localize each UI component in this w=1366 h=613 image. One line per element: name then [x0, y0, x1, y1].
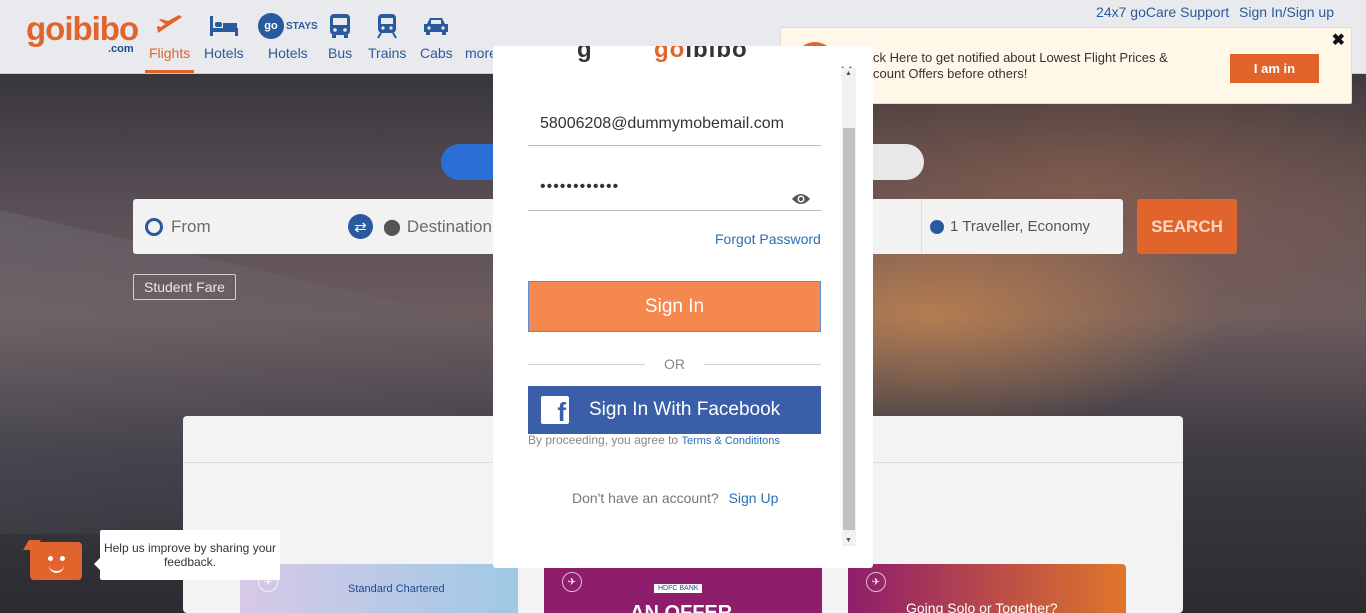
- bed-icon: [204, 12, 244, 40]
- travellers-field[interactable]: 1 Traveller, Economy: [921, 199, 1123, 254]
- modal-scrollbar[interactable]: ▲ ▼: [842, 68, 856, 546]
- nav-bus[interactable]: Bus: [328, 12, 352, 61]
- logo-text: goibibo: [26, 10, 139, 47]
- nav-flights[interactable]: Flights: [144, 12, 195, 73]
- feedback-smiley-icon[interactable]: [30, 542, 82, 580]
- terms-text: By proceeding, you agree to Terms & Cond…: [528, 433, 780, 447]
- signup-row: Don't have an account? Sign Up: [572, 490, 779, 506]
- logo-domain: .com: [108, 43, 134, 55]
- nav-cabs[interactable]: Cabs: [420, 12, 453, 61]
- scroll-down-icon[interactable]: ▼: [845, 537, 852, 544]
- nav-hotels[interactable]: Hotels: [204, 12, 244, 61]
- goibibo-logo[interactable]: goibibo .com: [26, 10, 139, 55]
- search-button[interactable]: SEARCH: [1137, 199, 1237, 254]
- student-fare-chip[interactable]: Student Fare: [133, 274, 236, 300]
- top-links: 24x7 goCare Support Sign In/Sign up: [1090, 4, 1334, 20]
- forgot-password-link[interactable]: Forgot Password: [715, 231, 821, 247]
- nav-trains[interactable]: Trains: [368, 12, 406, 61]
- facebook-icon: f: [541, 396, 569, 424]
- offer-card-going-solo[interactable]: ✈ Going Solo or Together?: [848, 564, 1126, 613]
- gocare-support-link[interactable]: 24x7 goCare Support: [1096, 4, 1229, 20]
- i-am-in-button[interactable]: I am in: [1230, 54, 1319, 83]
- scroll-thumb[interactable]: [843, 128, 855, 530]
- signin-modal: g goibibo ✕ 58006208@dummymobemail.com •…: [493, 46, 873, 568]
- or-divider: OR: [528, 356, 821, 374]
- gostays-icon: go STAYS: [258, 12, 318, 40]
- trip-type-toggle-left[interactable]: [441, 144, 501, 180]
- modal-title-cut: g goibibo: [577, 46, 748, 63]
- train-icon: [368, 12, 406, 40]
- destination-field[interactable]: ⬤ Destination: [383, 199, 492, 254]
- scroll-up-icon[interactable]: ▲: [845, 70, 852, 77]
- swap-icon[interactable]: ⇄: [348, 214, 373, 239]
- nav-gostays[interactable]: go STAYS Hotels: [258, 12, 318, 61]
- feedback-tooltip: Help us improve by sharing your feedback…: [94, 530, 280, 580]
- signin-signup-link[interactable]: Sign In/Sign up: [1239, 4, 1334, 20]
- close-icon[interactable]: ✖: [1332, 30, 1345, 50]
- traveller-icon: [930, 219, 944, 234]
- plane-icon: ✈: [866, 572, 886, 592]
- plane-icon: ✈: [562, 572, 582, 592]
- car-icon: [420, 12, 453, 40]
- facebook-signin-button[interactable]: f Sign In With Facebook: [528, 386, 821, 434]
- from-field[interactable]: From: [133, 199, 361, 254]
- plane-icon: [149, 12, 190, 40]
- alert-text: ck Here to get notified about Lowest Fli…: [873, 50, 1168, 81]
- password-field[interactable]: ••••••••••••: [528, 171, 821, 211]
- email-field[interactable]: 58006208@dummymobemail.com: [528, 106, 821, 146]
- terms-link[interactable]: Terms & Condititons: [681, 435, 779, 447]
- sign-up-link[interactable]: Sign Up: [729, 490, 779, 506]
- location-pin-icon: ⬤: [383, 218, 401, 236]
- eye-icon[interactable]: [791, 185, 811, 211]
- offer-card-hdfc[interactable]: ✈ HDFC BANK AN OFFER: [544, 564, 822, 613]
- offer-card-standard-chartered[interactable]: ✈ Standard Chartered: [240, 564, 518, 613]
- sign-in-button[interactable]: Sign In: [528, 281, 821, 332]
- origin-icon: [145, 217, 163, 236]
- bus-icon: [328, 12, 352, 40]
